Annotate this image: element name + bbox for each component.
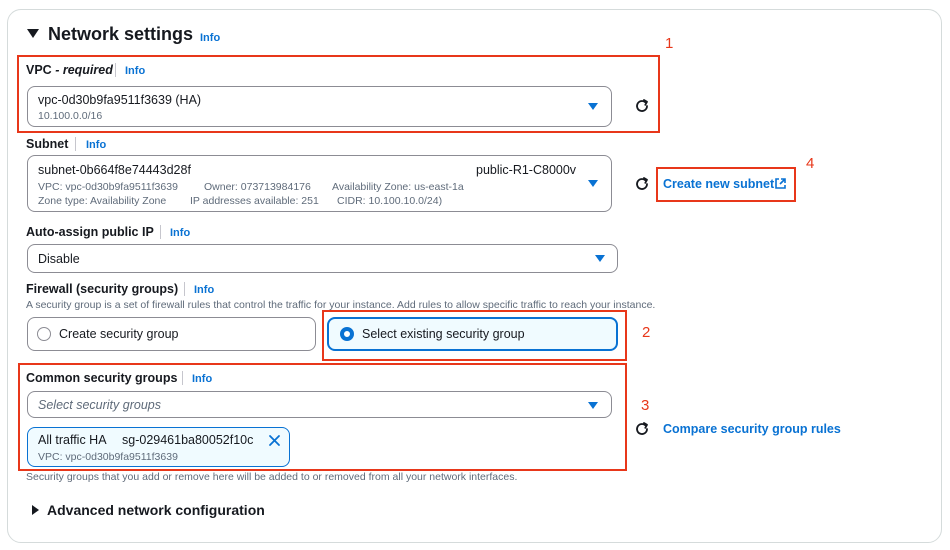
subnet-ip-count: IP addresses available: 251 xyxy=(190,195,319,207)
compare-security-group-rules-link[interactable]: Compare security group rules xyxy=(663,422,841,436)
subnet-label: Subnet xyxy=(26,137,69,151)
subnet-vpc: VPC: vpc-0d30b9fa9511f3639 xyxy=(38,181,178,193)
section-title: Network settings xyxy=(48,24,194,44)
annotation-box-2 xyxy=(322,310,627,361)
firewall-info-link[interactable]: Info xyxy=(194,284,214,296)
radio-label: Create security group xyxy=(59,327,179,341)
auto-assign-ip-info-link[interactable]: Info xyxy=(170,227,190,239)
firewall-label: Firewall (security groups) xyxy=(26,282,179,296)
subnet-select-value: subnet-0b664f8e74443d28f xyxy=(38,163,191,177)
annotation-box-4 xyxy=(656,167,796,202)
expand-caret-icon[interactable] xyxy=(32,505,39,515)
subnet-info-link[interactable]: Info xyxy=(86,139,106,151)
radio-create-security-group[interactable]: Create security group xyxy=(27,317,316,351)
section-info-link[interactable]: Info xyxy=(200,32,220,44)
annotation-box-1 xyxy=(17,55,660,133)
divider xyxy=(184,282,185,296)
annotation-number-3: 3 xyxy=(641,397,650,414)
annotation-number-1: 1 xyxy=(665,35,674,52)
divider xyxy=(160,225,161,239)
auto-assign-ip-value: Disable xyxy=(38,252,80,266)
auto-assign-ip-select[interactable]: Disable xyxy=(27,244,618,273)
common-sg-description: Security groups that you add or remove h… xyxy=(26,471,518,483)
divider xyxy=(75,137,76,151)
subnet-zone-type: Zone type: Availability Zone xyxy=(38,195,167,207)
refresh-icon[interactable] xyxy=(633,175,651,193)
annotation-box-3 xyxy=(18,363,627,471)
radio-button[interactable] xyxy=(37,327,51,341)
subnet-az: Availability Zone: us-east-1a xyxy=(332,181,464,193)
subnet-owner: Owner: 073713984176 xyxy=(204,181,311,193)
collapse-caret-icon[interactable] xyxy=(27,29,39,38)
auto-assign-ip-label: Auto-assign public IP xyxy=(26,225,154,239)
subnet-cidr: CIDR: 10.100.10.0/24) xyxy=(337,195,443,207)
refresh-icon[interactable] xyxy=(633,420,651,438)
annotation-number-2: 2 xyxy=(642,324,651,341)
subnet-select[interactable]: subnet-0b664f8e74443d28f public-R1-C8000… xyxy=(27,155,612,212)
chevron-down-icon xyxy=(588,180,598,187)
chevron-down-icon xyxy=(595,255,605,262)
annotation-number-4: 4 xyxy=(806,155,815,172)
advanced-network-configuration-toggle[interactable]: Advanced network configuration xyxy=(47,502,265,518)
subnet-name: public-R1-C8000v xyxy=(476,163,577,177)
